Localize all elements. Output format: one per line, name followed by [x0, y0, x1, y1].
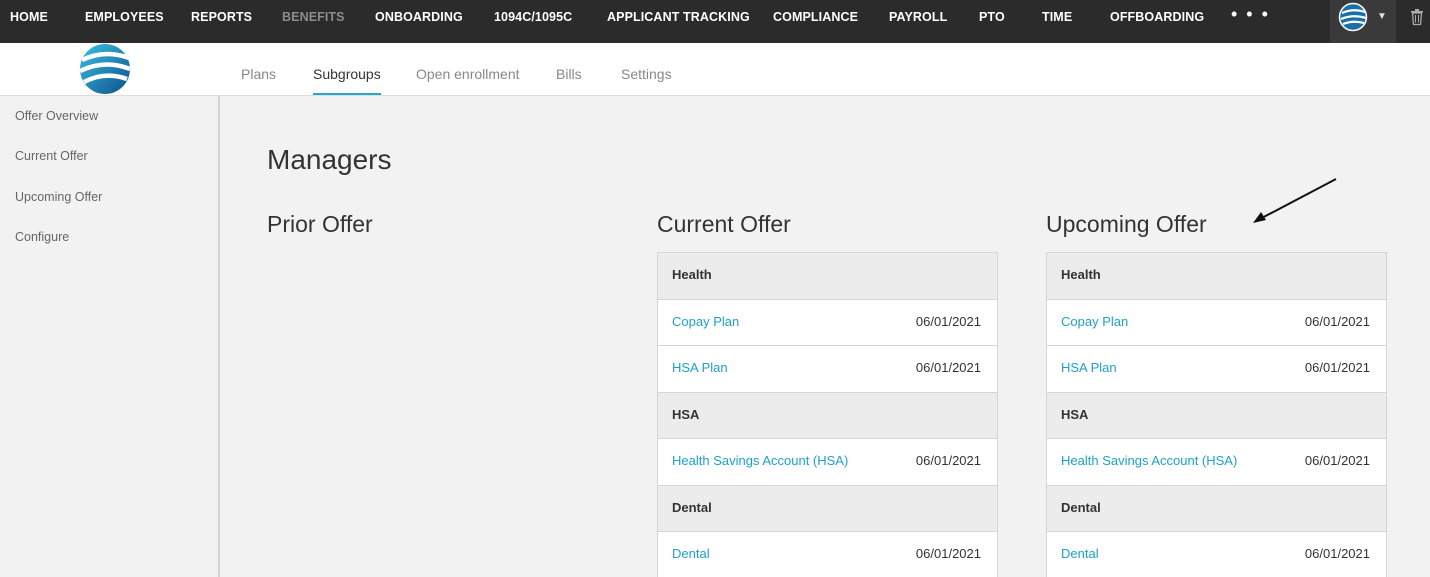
company-logo — [79, 44, 131, 94]
section-label: Dental — [672, 499, 712, 515]
tab-subgroups[interactable]: Subgroups — [313, 66, 381, 95]
nav-home[interactable]: HOME — [10, 10, 48, 24]
current-offer-heading: Current Offer — [657, 211, 791, 237]
sidebar-item-upcoming-offer[interactable]: Upcoming Offer — [15, 190, 102, 204]
table-section-row: HSA — [658, 392, 997, 439]
nav-time[interactable]: TIME — [1042, 10, 1072, 24]
top-nav: HOME EMPLOYEES REPORTS BENEFITS ONBOARDI… — [0, 0, 1430, 43]
nav-1094c-1095c[interactable]: 1094C/1095C — [494, 10, 572, 24]
nav-pto[interactable]: PTO — [979, 10, 1005, 24]
section-label: Dental — [1061, 499, 1101, 515]
sidebar-item-offer-overview[interactable]: Offer Overview — [15, 109, 98, 123]
plan-date: 06/01/2021 — [1304, 546, 1370, 561]
plan-link[interactable]: Health Savings Account (HSA) — [1061, 453, 1237, 468]
trash-icon[interactable] — [1409, 8, 1425, 26]
nav-reports[interactable]: REPORTS — [191, 10, 252, 24]
tab-bills[interactable]: Bills — [556, 66, 582, 82]
nav-applicant-tracking[interactable]: APPLICANT TRACKING — [607, 10, 750, 24]
section-label: Health — [672, 267, 712, 282]
table-section-row: HSA — [1047, 392, 1386, 439]
upcoming-offer-table: Health Copay Plan 06/01/2021 HSA Plan 06… — [1046, 252, 1387, 577]
tab-plans[interactable]: Plans — [241, 66, 276, 82]
table-section-row: Health — [1047, 253, 1386, 300]
current-offer-table: Health Copay Plan 06/01/2021 HSA Plan 06… — [657, 252, 998, 577]
table-section-row: Health — [658, 253, 997, 300]
page-title: Managers — [267, 144, 392, 175]
plan-date: 06/01/2021 — [1304, 313, 1370, 329]
plan-date: 06/01/2021 — [1304, 453, 1370, 468]
plan-link[interactable]: Copay Plan — [672, 314, 739, 329]
nav-employees[interactable]: EMPLOYEES — [85, 10, 164, 24]
globe-avatar-icon — [1338, 2, 1368, 32]
plan-link[interactable]: HSA Plan — [672, 360, 728, 375]
table-row: Copay Plan 06/01/2021 — [658, 300, 997, 346]
table-row: HSA Plan 06/01/2021 — [658, 346, 997, 393]
sidebar-item-current-offer[interactable]: Current Offer — [15, 149, 88, 163]
account-menu[interactable]: ▼ — [1330, 0, 1396, 43]
table-row: Health Savings Account (HSA) 06/01/2021 — [1047, 439, 1386, 486]
more-menu-button[interactable]: • • • — [1231, 4, 1270, 25]
table-row: Copay Plan 06/01/2021 — [1047, 300, 1386, 346]
table-row: Dental 06/01/2021 — [658, 532, 997, 577]
nav-benefits[interactable]: BENEFITS — [282, 10, 345, 24]
plan-date: 06/01/2021 — [1304, 360, 1370, 375]
plan-date: 06/01/2021 — [915, 313, 981, 329]
sub-header: Plans Subgroups Open enrollment Bills Se… — [0, 43, 1430, 96]
section-label: HSA — [672, 406, 700, 422]
section-label: Health — [1061, 267, 1101, 282]
upcoming-offer-heading: Upcoming Offer — [1046, 211, 1207, 237]
plan-link[interactable]: HSA Plan — [1061, 360, 1117, 375]
plan-link[interactable]: Copay Plan — [1061, 314, 1128, 329]
plan-link[interactable]: Dental — [672, 546, 710, 561]
plan-date: 06/01/2021 — [915, 453, 981, 468]
sidebar: Offer Overview Current Offer Upcoming Of… — [0, 96, 220, 577]
sidebar-item-configure[interactable]: Configure — [15, 230, 69, 244]
section-label: HSA — [1061, 406, 1089, 422]
tab-open-enrollment[interactable]: Open enrollment — [416, 66, 520, 82]
table-row: HSA Plan 06/01/2021 — [1047, 346, 1386, 393]
table-section-row: Dental — [658, 485, 997, 532]
table-section-row: Dental — [1047, 485, 1386, 532]
plan-link[interactable]: Health Savings Account (HSA) — [672, 453, 848, 468]
nav-offboarding[interactable]: OFFBOARDING — [1110, 10, 1204, 24]
tab-settings[interactable]: Settings — [621, 66, 672, 82]
annotation-arrow-icon — [1253, 178, 1337, 223]
nav-compliance[interactable]: COMPLIANCE — [773, 10, 858, 24]
table-row: Health Savings Account (HSA) 06/01/2021 — [658, 439, 997, 486]
plan-link[interactable]: Dental — [1061, 546, 1099, 561]
plan-date: 06/01/2021 — [915, 546, 981, 561]
table-row: Dental 06/01/2021 — [1047, 532, 1386, 577]
chevron-down-icon: ▼ — [1377, 11, 1387, 22]
nav-onboarding[interactable]: ONBOARDING — [375, 10, 463, 24]
nav-payroll[interactable]: PAYROLL — [889, 10, 947, 24]
prior-offer-heading: Prior Offer — [267, 211, 373, 237]
plan-date: 06/01/2021 — [915, 360, 981, 375]
